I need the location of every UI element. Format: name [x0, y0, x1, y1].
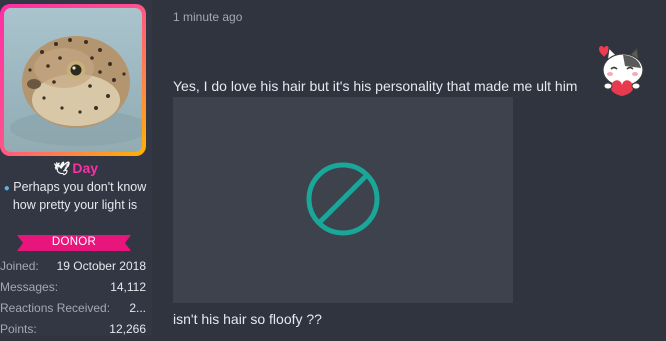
username-text[interactable]: Day	[72, 160, 98, 176]
fish-icon: ●	[3, 183, 10, 194]
dove-icon: 🕊	[53, 161, 71, 176]
user-stats: Joined: 19 October 2018 Messages: 14,112…	[0, 257, 146, 341]
stat-value[interactable]: 14,112	[110, 278, 146, 299]
stat-value: 19 October 2018	[56, 259, 146, 273]
stat-messages: Messages: 14,112	[0, 278, 146, 299]
user-info-sidebar: 🕊 Day ● Perhaps you don't know how pretty…	[0, 0, 152, 336]
donor-badge: DONOR	[17, 234, 131, 252]
avatar[interactable]	[4, 8, 142, 152]
stat-reactions: Reactions Received: 2...	[0, 299, 146, 320]
pufferfish-image	[10, 36, 142, 146]
stat-label: Joined:	[0, 259, 39, 273]
donor-badge-label: DONOR	[51, 236, 97, 248]
message-text: isn't his hair so floofy ??	[173, 311, 322, 327]
user-title-text: Perhaps you don't know how pretty your l…	[12, 180, 147, 212]
stat-joined: Joined: 19 October 2018	[0, 257, 146, 278]
stat-points: Points: 12,266	[0, 320, 146, 341]
username[interactable]: 🕊 Day	[0, 160, 152, 177]
cat-heart-sticker	[593, 40, 649, 96]
stat-label: Messages:	[0, 280, 59, 294]
post-timestamp[interactable]: 1 minute ago	[173, 10, 242, 24]
stat-value[interactable]: 12,266	[109, 320, 146, 341]
prohibited-icon	[306, 162, 380, 236]
stat-label: Reactions Received:	[0, 301, 111, 315]
message-text: Yes, I do love his hair but it's his per…	[173, 78, 578, 94]
user-title: ● Perhaps you don't know how pretty your…	[2, 179, 148, 214]
cat-heart-sticker-icon	[599, 46, 644, 96]
broken-image-placeholder[interactable]	[173, 97, 513, 303]
stat-label: Points:	[0, 322, 37, 336]
stat-value: 2...	[129, 301, 146, 315]
avatar-frame	[0, 4, 146, 156]
